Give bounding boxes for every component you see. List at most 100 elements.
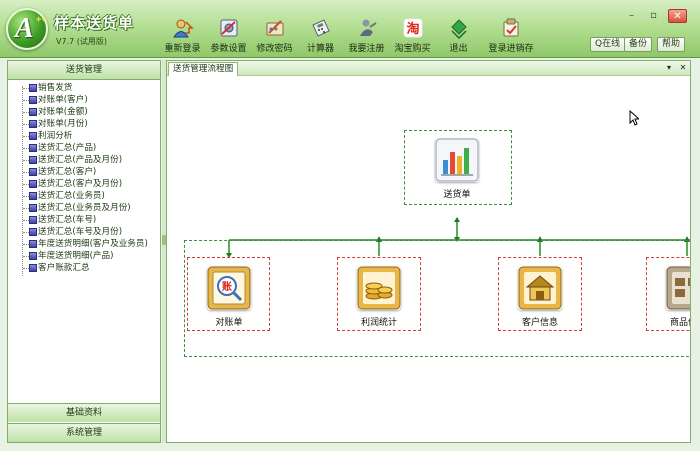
tree-item-label: 送货汇总(车号) — [38, 215, 97, 225]
node-label-customer-info: 客户信息 — [521, 318, 558, 328]
mouse-cursor-icon — [629, 110, 639, 126]
report-icon — [29, 156, 37, 164]
taobao-icon: 淘 — [403, 18, 422, 38]
app-title: 样本送货单 — [54, 14, 135, 32]
taobao-label: 淘宝购买 — [394, 44, 431, 54]
tree-item-label: 送货汇总(客户) — [38, 167, 97, 177]
qq-online-label: Q在线 — [595, 39, 621, 49]
calculator-button[interactable]: 计算器 — [298, 14, 343, 54]
tree-item-label: 送货汇总(业务员及月份) — [38, 203, 131, 213]
help-label: 帮助 — [662, 39, 681, 49]
node-label-delivery-note: 送货单 — [443, 190, 471, 200]
node-product-info[interactable]: 商品信息 — [666, 266, 690, 328]
login-stock-button[interactable]: 登录进销存 — [482, 14, 540, 54]
flowchart-canvas: 送货单 账 对账单 利润统计 客户信息 商品 — [167, 76, 690, 442]
exit-label: 退出 — [449, 44, 468, 54]
tree-item-label: 送货汇总(业务员) — [38, 191, 105, 201]
report-icon — [29, 84, 37, 92]
node-label-product-info: 商品信息 — [669, 318, 690, 328]
node-reconcile[interactable]: 账 对账单 — [207, 266, 251, 328]
tree-item-summary-customer[interactable]: 送货汇总(客户) — [18, 166, 160, 178]
app-version: V7.7 (试用版) — [56, 37, 107, 46]
tree-item-label: 销售发货 — [38, 83, 73, 93]
store-icon — [518, 266, 562, 310]
tree-item-label: 客户账款汇总 — [38, 263, 90, 273]
title-bar: A ++ 样本送货单 V7.7 (试用版) 重新登录 参数设置 修改密码 计算器… — [0, 0, 700, 58]
exit-button[interactable]: 退出 — [436, 14, 481, 54]
node-delivery-note[interactable]: 送货单 — [435, 138, 479, 200]
tree-item-summary-product[interactable]: 送货汇总(产品) — [18, 142, 160, 154]
report-icon — [29, 96, 37, 104]
password-button[interactable]: 修改密码 — [252, 14, 297, 54]
stock-icon — [503, 18, 519, 37]
tree-item-statement-month[interactable]: 对账单(月份) — [18, 118, 160, 130]
tree-item-yearly-customer-salesman[interactable]: 年度送货明细(客户及业务员) — [18, 238, 160, 250]
arrow-up-main — [454, 217, 460, 222]
report-icon — [29, 120, 37, 128]
node-customer-info[interactable]: 客户信息 — [518, 266, 562, 328]
relogin-button[interactable]: 重新登录 — [160, 14, 205, 54]
settings-icon — [220, 19, 237, 37]
tree-item-statement-customer[interactable]: 对账单(客户) — [18, 94, 160, 106]
report-icon — [29, 168, 37, 176]
report-icon — [29, 228, 37, 236]
tree-item-summary-salesman[interactable]: 送货汇总(业务员) — [18, 190, 160, 202]
report-icon — [29, 252, 37, 260]
delivery-tree: 销售发货 对账单(客户) 对账单(金额) 对账单(月份) 利润分析 送货汇总(产… — [8, 80, 160, 403]
tree-item-summary-vehicle-month[interactable]: 送货汇总(车号及月份) — [18, 226, 160, 238]
report-icon — [29, 144, 37, 152]
tree-item-yearly-product[interactable]: 年度送货明细(产品) — [18, 250, 160, 262]
tab-menu-icon[interactable]: ▾ — [663, 62, 675, 74]
taobao-button[interactable]: 淘 淘宝购买 — [390, 14, 435, 54]
sidebar: 送货管理 销售发货 对账单(客户) 对账单(金额) 对账单(月份) 利润分析 送… — [7, 60, 161, 443]
product-icon — [666, 266, 690, 310]
relogin-icon — [172, 19, 194, 38]
node-profit-stats[interactable]: 利润统计 — [357, 266, 401, 328]
calculator-icon — [311, 19, 330, 37]
tree-item-label: 送货汇总(产品及月份) — [38, 155, 123, 165]
tree-item-label: 年度送货明细(产品) — [38, 251, 114, 261]
report-icon — [29, 240, 37, 248]
tree-item-summary-salesman-month[interactable]: 送货汇总(业务员及月份) — [18, 202, 160, 214]
qq-online-button[interactable]: Q在线 — [590, 37, 626, 52]
tree-item-summary-product-month[interactable]: 送货汇总(产品及月份) — [18, 154, 160, 166]
backup-button[interactable]: 备份 — [624, 37, 653, 52]
bar-chart-icon — [435, 138, 479, 182]
tree-item-sales-delivery[interactable]: 销售发货 — [18, 82, 160, 94]
node-label-profit-stats: 利润统计 — [360, 318, 397, 328]
sidebar-header-delivery[interactable]: 送货管理 — [8, 61, 160, 80]
tab-delivery-flowchart[interactable]: 送货管理流程图 — [168, 62, 239, 76]
tree-item-label: 送货汇总(车号及月份) — [38, 227, 123, 237]
logo-badge: ++ — [36, 14, 47, 24]
statement-icon: 账 — [207, 266, 251, 310]
tree-item-customer-account[interactable]: 客户账款汇总 — [18, 262, 160, 274]
close-button[interactable]: ✕ — [668, 9, 687, 23]
tab-close-icon[interactable]: ✕ — [677, 62, 689, 74]
report-icon — [29, 180, 37, 188]
tree-item-profit-analysis[interactable]: 利润分析 — [18, 130, 160, 142]
report-icon — [29, 204, 37, 212]
minimize-button[interactable]: – — [622, 9, 641, 23]
tree-item-statement-amount[interactable]: 对账单(金额) — [18, 106, 160, 118]
login-stock-label: 登录进销存 — [488, 44, 534, 54]
content-tabbar: 送货管理流程图 ▾ ✕ — [167, 61, 690, 76]
register-button[interactable]: 我要注册 — [344, 14, 389, 54]
maximize-button[interactable]: ▫ — [644, 9, 663, 23]
report-icon — [29, 216, 37, 224]
calculator-label: 计算器 — [306, 44, 334, 54]
content-panel: 送货管理流程图 ▾ ✕ 送货单 账 对账单 利润统计 客户信息 商品 — [166, 60, 691, 443]
sidebar-section-system[interactable]: 系统管理 — [8, 423, 160, 442]
report-icon — [29, 264, 37, 272]
main-toolbar: 重新登录 参数设置 修改密码 计算器 我要注册 淘 淘宝购买 退出 登录进销存 — [160, 14, 541, 54]
sidebar-section-basic-data[interactable]: 基础资料 — [8, 403, 160, 422]
app-logo: A ++ — [6, 8, 48, 50]
tree-item-summary-vehicle[interactable]: 送货汇总(车号) — [18, 214, 160, 226]
params-label: 参数设置 — [210, 44, 247, 54]
params-button[interactable]: 参数设置 — [206, 14, 251, 54]
tree-item-label: 送货汇总(客户及月份) — [38, 179, 123, 189]
help-button[interactable]: 帮助 — [657, 37, 686, 52]
tree-item-summary-customer-month[interactable]: 送货汇总(客户及月份) — [18, 178, 160, 190]
svg-text:账: 账 — [222, 280, 232, 293]
report-icon — [29, 192, 37, 200]
password-icon — [266, 20, 283, 36]
